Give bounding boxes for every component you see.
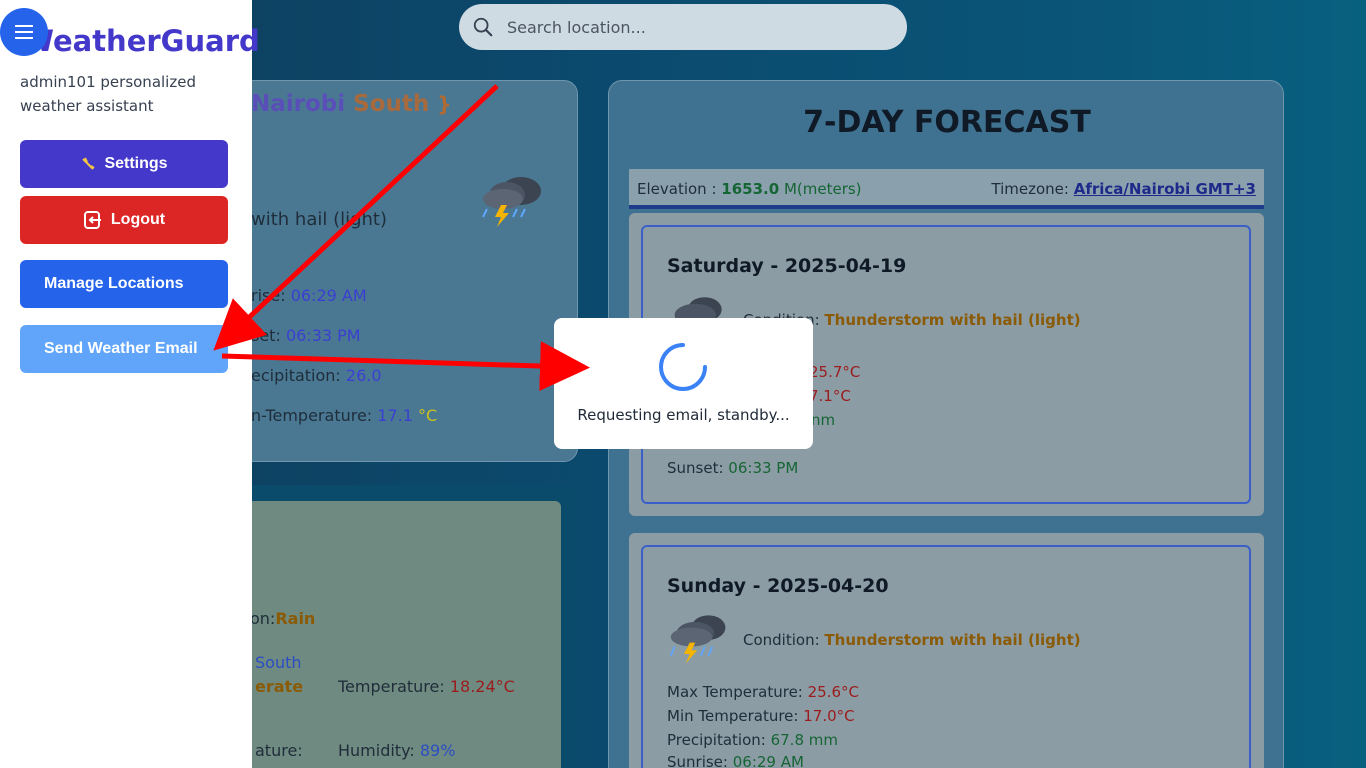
thunderstorm-icon — [482, 177, 541, 227]
location-search-bar[interactable] — [459, 4, 907, 50]
logout-button[interactable]: Logout — [20, 196, 228, 244]
loading-dialog: Requesting email, standby... — [554, 318, 813, 449]
thunderstorm-icon — [669, 615, 726, 664]
current-weather-card: Nairobi South } with hail (light) rise: … — [210, 80, 578, 462]
search-icon — [473, 17, 493, 37]
alert-feels-label: ature: — [255, 741, 303, 760]
app-brand: WeatherGuard — [22, 24, 260, 58]
hamburger-icon — [15, 25, 33, 39]
timezone-link[interactable]: Africa/Nairobi GMT+3 — [1074, 180, 1256, 198]
day-title: Sunday - 2025-04-20 — [667, 575, 889, 597]
day-min-temp: Min Temperature: 17.0°C — [667, 707, 855, 725]
day-title: Saturday - 2025-04-19 — [667, 255, 907, 277]
forecast-title: 7-DAY FORECAST — [803, 105, 1091, 140]
manage-locations-button[interactable]: Manage Locations — [20, 260, 228, 308]
search-input[interactable] — [507, 14, 887, 40]
forecast-day-wrapper: Sunday - 2025-04-20 Condition: Thunderst… — [629, 533, 1264, 768]
elevation: Elevation : 1653.0 M(meters) — [637, 180, 862, 198]
send-weather-email-button[interactable]: Send Weather Email — [20, 325, 228, 373]
day-precip: Precipitation: 67.8 mm — [667, 731, 838, 749]
day-min-temp: 7.1°C — [809, 387, 851, 405]
day-condition: Condition: Thunderstorm with hail (light… — [743, 631, 1081, 649]
alert-severity: erate — [255, 677, 304, 696]
day-sunrise: Sunrise: 06:29 AM — [667, 753, 804, 768]
day-max-temp: Max Temperature: 25.6°C — [667, 683, 860, 701]
sunrise-row: rise: 06:29 AM — [251, 286, 367, 305]
loading-message: Requesting email, standby... — [577, 406, 790, 424]
forecast-meta-bar: Elevation : 1653.0 M(meters) Timezone: A… — [629, 169, 1264, 209]
alert-temperature: Temperature: 18.24°C — [338, 677, 515, 696]
forecast-day-card: Sunday - 2025-04-20 Condition: Thunderst… — [641, 545, 1251, 768]
precipitation-row: ecipitation: 26.0 — [251, 366, 382, 385]
day-precip: nm — [811, 411, 836, 429]
loading-spinner-icon — [659, 343, 707, 391]
alert-card: on:Rain South erate Temperature: 18.24°C… — [210, 501, 561, 768]
day-max-temp: 25.7°C — [809, 363, 861, 381]
logout-icon — [83, 211, 101, 229]
sidebar: WeatherGuard admin101 personalized weath… — [0, 0, 260, 768]
settings-icon — [82, 157, 95, 170]
current-condition: with hail (light) — [251, 209, 388, 230]
day-sunset: Sunset: 06:33 PM — [667, 459, 799, 477]
alert-location: South — [255, 653, 302, 672]
timezone: Timezone: Africa/Nairobi GMT+3 — [991, 180, 1256, 198]
alert-humidity: Humidity: 89% — [338, 741, 456, 760]
current-location-title: Nairobi South } — [251, 91, 452, 117]
sunset-row: set: 06:33 PM — [251, 326, 361, 345]
menu-toggle-button[interactable] — [0, 8, 48, 56]
alert-condition: on:Rain — [250, 609, 316, 628]
min-temperature-row: n-Temperature: 17.1 °C — [251, 406, 438, 425]
settings-button[interactable]: Settings — [20, 140, 228, 188]
sidebar-subtitle: admin101 personalized weather assistant — [20, 73, 196, 115]
